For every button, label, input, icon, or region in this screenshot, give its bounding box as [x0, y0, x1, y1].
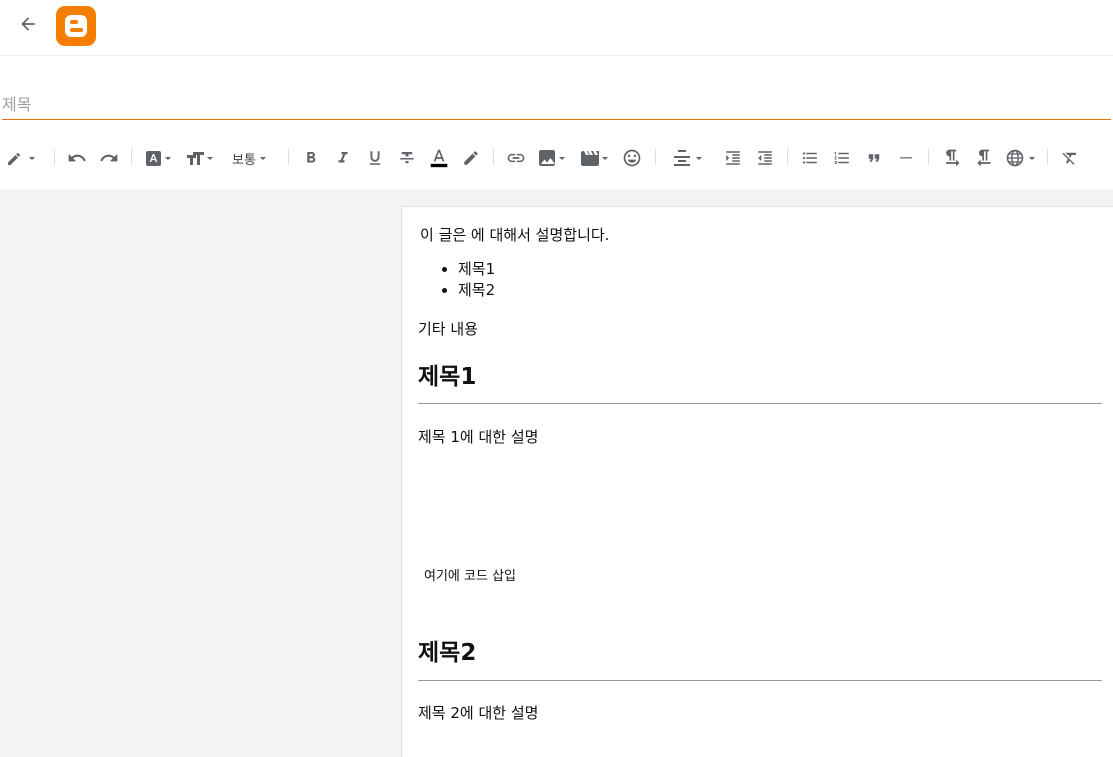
- divider-button[interactable]: [895, 140, 917, 176]
- redo-icon: [100, 153, 118, 162]
- font-family-button[interactable]: [142, 140, 174, 176]
- section-heading: 제목1: [418, 364, 477, 390]
- italic-button[interactable]: [332, 140, 354, 176]
- indent-icon: [726, 151, 740, 165]
- pencil-icon: [8, 152, 35, 165]
- table-of-contents-list: 제목1 제목2: [418, 259, 495, 301]
- text-size-icon: [187, 152, 213, 165]
- paragraph-format-label: 보통: [232, 151, 256, 167]
- quote-button[interactable]: [863, 140, 885, 176]
- globe-icon: [1006, 149, 1035, 167]
- underline-icon: [369, 151, 381, 165]
- undo-icon: [68, 153, 86, 162]
- outdent-icon: [758, 151, 772, 165]
- ltr-button[interactable]: [940, 140, 964, 176]
- highlight-button[interactable]: [460, 140, 482, 176]
- highlighter-icon: [464, 151, 478, 165]
- language-button[interactable]: [1004, 140, 1038, 176]
- undo-button[interactable]: [64, 140, 90, 176]
- section-description: 제목 1에 대한 설명: [418, 428, 539, 446]
- ltr-paragraph-icon: [946, 149, 960, 167]
- top-bar: [0, 0, 1113, 56]
- rtl-paragraph-icon: [977, 149, 991, 167]
- underline-button[interactable]: [364, 140, 386, 176]
- horizontal-rule-icon: [900, 157, 912, 159]
- blogger-logo-icon[interactable]: [56, 6, 96, 46]
- back-button[interactable]: [14, 10, 42, 38]
- etc-paragraph: 기타 내용: [418, 320, 478, 338]
- quote-icon: [868, 154, 880, 162]
- list-item: 제목2: [458, 280, 495, 301]
- clear-format-icon: [1062, 152, 1076, 165]
- post-body-editor[interactable]: 이 글은 에 대해서 설명합니다. 제목1 제목2 기타 내용 제목1 제목 1…: [401, 206, 1113, 757]
- paragraph-format-select[interactable]: 보통: [226, 140, 276, 176]
- bulleted-list-icon: [802, 152, 817, 164]
- formatting-toolbar: 보통: [0, 140, 1113, 176]
- insert-video-button[interactable]: [578, 140, 612, 176]
- section-heading: 제목2: [418, 640, 477, 666]
- italic-icon: [338, 152, 348, 163]
- font-family-icon: [146, 151, 171, 166]
- code-placeholder: 여기에 코드 삽입: [424, 569, 516, 584]
- rtl-button[interactable]: [972, 140, 996, 176]
- intro-paragraph: 이 글은 에 대해서 설명합니다.: [420, 226, 610, 244]
- text-color-button[interactable]: [428, 140, 450, 176]
- link-icon: [507, 153, 525, 163]
- image-icon: [539, 150, 565, 166]
- chevron-down-icon: [259, 157, 266, 160]
- outdent-button[interactable]: [754, 140, 776, 176]
- bold-button[interactable]: [300, 140, 322, 176]
- arrow-left-icon: [21, 17, 35, 31]
- post-title-input[interactable]: [2, 90, 1111, 120]
- strikethrough-icon: [400, 152, 414, 164]
- bold-icon: [307, 152, 316, 163]
- text-color-icon: [430, 149, 448, 168]
- section-divider: [418, 680, 1102, 681]
- section-divider: [418, 403, 1102, 404]
- font-size-button[interactable]: [184, 140, 216, 176]
- clear-format-button[interactable]: [1058, 140, 1082, 176]
- align-center-icon: [674, 150, 702, 166]
- emoji-button[interactable]: [620, 140, 644, 176]
- edit-mode-button[interactable]: [4, 140, 38, 176]
- section-description: 제목 2에 대한 설명: [418, 704, 539, 722]
- numbered-list-icon: [834, 152, 849, 164]
- redo-button[interactable]: [96, 140, 122, 176]
- video-icon: [581, 151, 608, 166]
- list-item: 제목1: [458, 259, 495, 280]
- align-button[interactable]: [670, 140, 706, 176]
- emoji-icon: [623, 149, 641, 167]
- bulleted-list-button[interactable]: [799, 140, 821, 176]
- strikethrough-button[interactable]: [396, 140, 418, 176]
- numbered-list-button[interactable]: [831, 140, 853, 176]
- indent-button[interactable]: [722, 140, 744, 176]
- link-button[interactable]: [505, 140, 527, 176]
- insert-image-button[interactable]: [536, 140, 568, 176]
